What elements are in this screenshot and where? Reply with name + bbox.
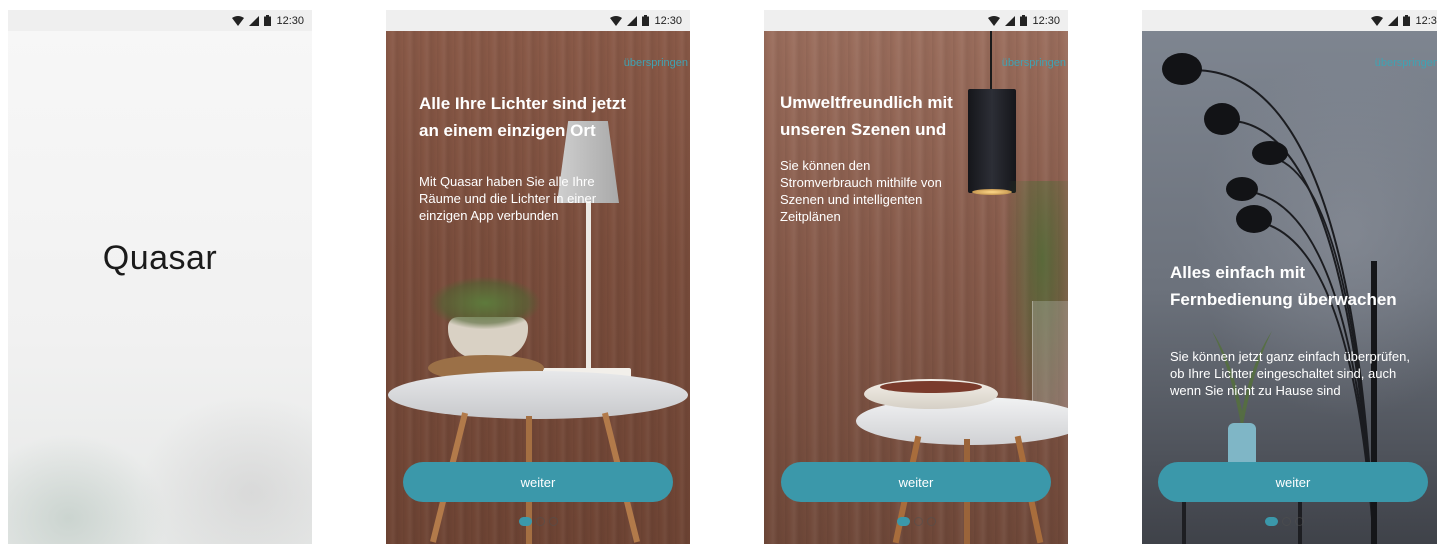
page-dot[interactable] — [926, 517, 936, 526]
page-indicator — [386, 517, 690, 526]
onboarding-slide-2: 12:30 überspringen Umweltfreundlich mit … — [764, 10, 1068, 544]
status-bar: 12:30 — [764, 10, 1068, 31]
wifi-icon — [610, 15, 623, 26]
page-dot-active[interactable] — [896, 517, 910, 526]
signal-icon — [627, 15, 638, 26]
wifi-icon — [988, 15, 1001, 26]
status-bar: 12:30 — [8, 10, 312, 31]
page-indicator — [764, 517, 1068, 526]
battery-icon — [642, 15, 650, 26]
status-bar: 12:30 — [386, 10, 690, 31]
next-button[interactable]: weiter — [403, 462, 673, 502]
page-dot[interactable] — [913, 517, 923, 526]
skip-button[interactable]: überspringen — [1375, 57, 1437, 69]
status-time: 12:30 — [1415, 14, 1437, 27]
onboarding-slide-1: 12:30 überspringen Alle Ihre Lichter sin… — [386, 10, 690, 544]
slide-description: Sie können den Stromverbrauch mithilfe v… — [780, 158, 942, 224]
wifi-icon — [1371, 15, 1384, 26]
splash-background — [8, 31, 312, 544]
next-button[interactable]: weiter — [781, 462, 1051, 502]
page-dot[interactable] — [1295, 517, 1304, 526]
battery-icon — [1403, 15, 1411, 26]
skip-button[interactable]: überspringen — [624, 57, 688, 69]
status-time: 12:30 — [654, 14, 682, 27]
signal-icon — [1005, 15, 1016, 26]
slide-description: Sie können jetzt ganz einfach überprüfen… — [1170, 349, 1410, 398]
wifi-icon — [232, 15, 245, 26]
app-logo: Quasar — [102, 239, 218, 277]
status-time: 12:30 — [1032, 14, 1060, 27]
next-button[interactable]: weiter — [1158, 462, 1428, 502]
battery-icon — [264, 15, 272, 26]
page-indicator — [1142, 517, 1427, 526]
slide-title: Alles einfach mit Fernbedienung überwach… — [1170, 263, 1397, 309]
page-dot[interactable] — [535, 517, 545, 526]
signal-icon — [1388, 15, 1399, 26]
splash-screen: 12:30 Quasar — [8, 10, 312, 544]
slide-description: Mit Quasar haben Sie alle Ihre Räume und… — [419, 174, 597, 223]
status-bar: 12:30 — [1142, 10, 1437, 31]
page-dot[interactable] — [548, 517, 558, 526]
onboarding-slide-3: 12:30 — [1142, 10, 1437, 544]
skip-button[interactable]: überspringen — [1002, 57, 1066, 69]
page-dot[interactable] — [1282, 517, 1291, 526]
signal-icon — [249, 15, 260, 26]
battery-icon — [1020, 15, 1028, 26]
slide-title: Alle Ihre Lichter sind jetzt an einem ei… — [419, 94, 626, 140]
page-dot-active[interactable] — [518, 517, 532, 526]
status-time: 12:30 — [276, 14, 304, 27]
slide-title: Umweltfreundlich mit unseren Szenen und — [780, 93, 953, 139]
page-dot-active[interactable] — [1265, 517, 1278, 526]
